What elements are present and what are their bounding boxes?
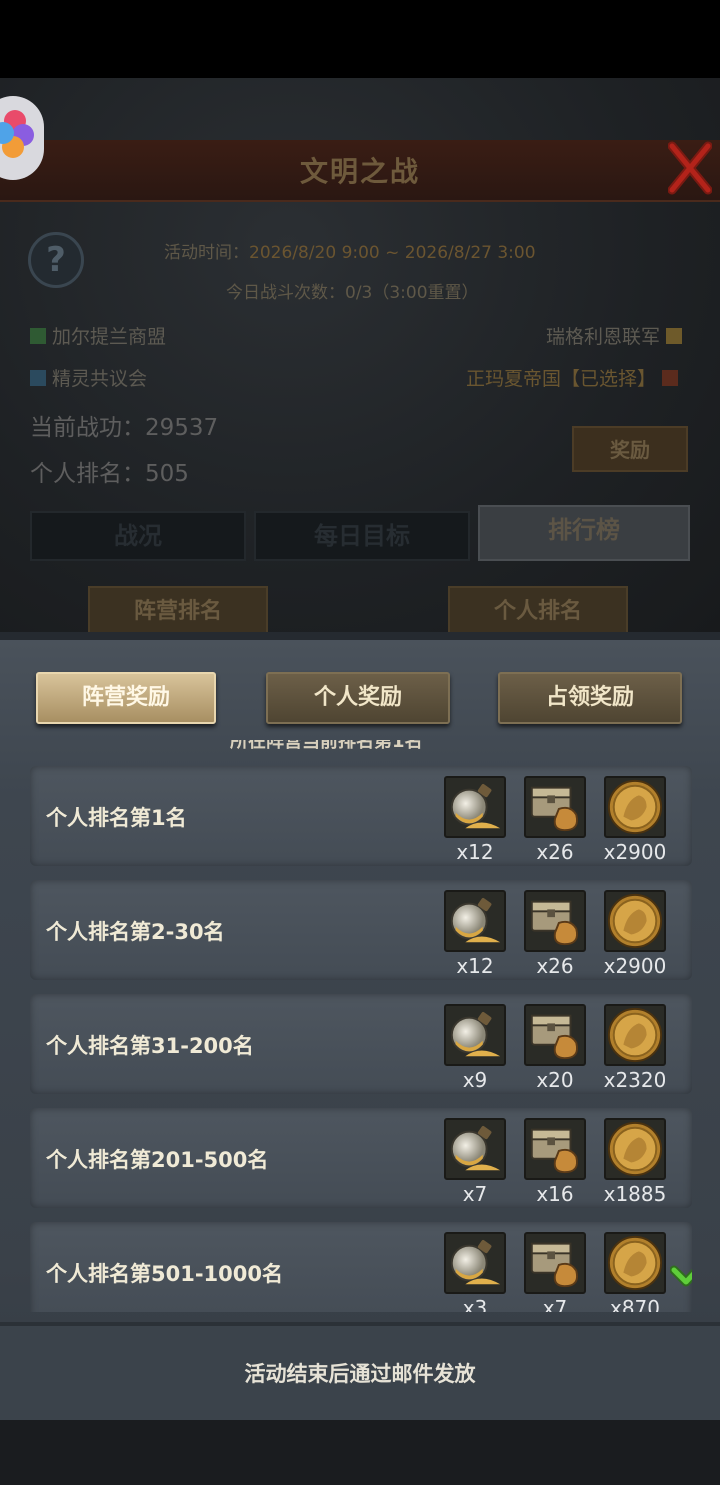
battle-count-reset: （3:00重置） [372,283,479,303]
gold-coin-icon[interactable] [604,776,666,838]
faction-ranking-button[interactable]: 阵营排名 [88,586,268,638]
reward-count: x2320 [603,1068,667,1092]
page-title: 文明之战 [299,155,420,188]
reward-count: x26 [536,954,574,978]
merit-label: 当前战功： [30,415,145,441]
reward-row: 个人排名第201-500名 x7 x16 x1885 [30,1108,692,1208]
personal-rank: 个人排名：505 [30,454,189,488]
reward-count: x1885 [603,1182,667,1206]
rank-range-label: 个人排名第1名 [46,806,187,830]
treasure-chest-icon[interactable] [524,776,586,838]
close-icon[interactable] [668,140,712,196]
floating-assistant-icon[interactable] [0,96,44,180]
reward-count: x20 [536,1068,574,1092]
reward-row: 个人排名第2-30名 x12 x26 x2900 [30,880,692,980]
checkmark-icon [670,1265,692,1287]
section-header: 所在阵营当前排名第1名 [230,740,423,750]
faction-legend-3: 瑞格利恩联军 [546,322,683,349]
rank-value: 505 [145,461,189,487]
tab-occupation-reward[interactable]: 占领奖励 [498,672,682,724]
rank-range-label: 个人排名第201-500名 [46,1148,269,1172]
faction-color-swatch [662,370,679,386]
faction-legend-4: 正玛夏帝国【已选择】 [466,364,679,391]
reward-count: x2900 [603,954,667,978]
reward-count: x12 [456,954,494,978]
reward-count: x2900 [603,840,667,864]
reward-row: 个人排名第1名 x12 x26 x2900 [30,766,692,866]
treasure-chest-icon[interactable] [524,1004,586,1066]
reward-count: x3 [462,1296,488,1312]
gold-coin-icon[interactable] [604,1118,666,1180]
event-time: 活动时间：2026/8/20 9:00 ~ 2026/8/27 3:00 [164,238,536,263]
rank-range-label: 个人排名第31-200名 [46,1034,254,1058]
merit-value: 29537 [145,415,219,441]
reward-count: x870 [609,1296,660,1312]
gold-coin-icon[interactable] [604,1232,666,1294]
gold-potion-icon[interactable] [444,776,506,838]
reward-row: 个人排名第31-200名 x9 x20 x2320 [30,994,692,1094]
rank-range-label: 个人排名第2-30名 [46,920,225,944]
gold-potion-icon[interactable] [444,1118,506,1180]
footer-note: 活动结束后通过邮件发放 [0,1322,720,1420]
rank-label: 个人排名： [30,461,145,487]
reward-count: x7 [462,1182,488,1206]
battle-count-label: 今日战斗次数： [226,283,345,303]
reward-row: 个人排名第501-1000名 x3 x7 x870 [30,1222,692,1312]
footer-text: 活动结束后通过邮件发放 [244,1362,476,1386]
faction-legend-1: 加尔提兰商盟 [30,322,166,349]
tab-personal-reward[interactable]: 个人奖励 [266,672,450,724]
gold-coin-icon[interactable] [604,1004,666,1066]
faction-name: 正玛夏帝国【已选择】 [466,368,657,390]
faction-color-swatch [30,328,46,344]
faction-name: 精灵共议会 [52,368,148,390]
battle-count-value: 0/3 [345,283,373,303]
reward-count: x9 [462,1068,488,1092]
faction-legend-2: 精灵共议会 [30,364,147,391]
faction-color-swatch [30,370,46,386]
gold-potion-icon[interactable] [444,1004,506,1066]
help-icon[interactable]: ? [28,232,84,288]
event-time-value: 2026/8/20 9:00 ~ 2026/8/27 3:00 [249,243,536,263]
reward-count: x26 [536,840,574,864]
treasure-chest-icon[interactable] [524,1118,586,1180]
battle-count: 今日战斗次数：0/3（3:00重置） [226,278,479,303]
reward-count: x7 [542,1296,568,1312]
rank-range-label: 个人排名第501-1000名 [46,1262,283,1286]
treasure-chest-icon[interactable] [524,890,586,952]
navigation-bar [0,1420,720,1485]
treasure-chest-icon[interactable] [524,1232,586,1294]
tab-battle-status[interactable]: 战况 [30,511,246,561]
reward-list[interactable]: 所在阵营当前排名第1名 个人排名第1名x12x26x2900个人排名第2-30名… [30,740,692,1312]
reward-count: x16 [536,1182,574,1206]
tab-leaderboard[interactable]: 排行榜 [478,505,690,561]
merit-score: 当前战功：29537 [30,408,218,442]
tab-faction-reward[interactable]: 阵营奖励 [36,672,216,724]
gold-coin-icon[interactable] [604,890,666,952]
reward-button[interactable]: 奖励 [572,426,688,472]
main-tabs: 战况 每日目标 排行榜 [30,505,690,561]
gold-potion-icon[interactable] [444,1232,506,1294]
faction-name: 加尔提兰商盟 [52,326,167,348]
faction-color-swatch [666,328,683,344]
gold-potion-icon[interactable] [444,890,506,952]
personal-ranking-button[interactable]: 个人排名 [448,586,628,638]
tab-daily-goals[interactable]: 每日目标 [254,511,470,561]
faction-name: 瑞格利恩联军 [546,326,661,348]
reward-count: x12 [456,840,494,864]
event-time-label: 活动时间： [164,243,249,263]
status-bar [0,0,720,78]
